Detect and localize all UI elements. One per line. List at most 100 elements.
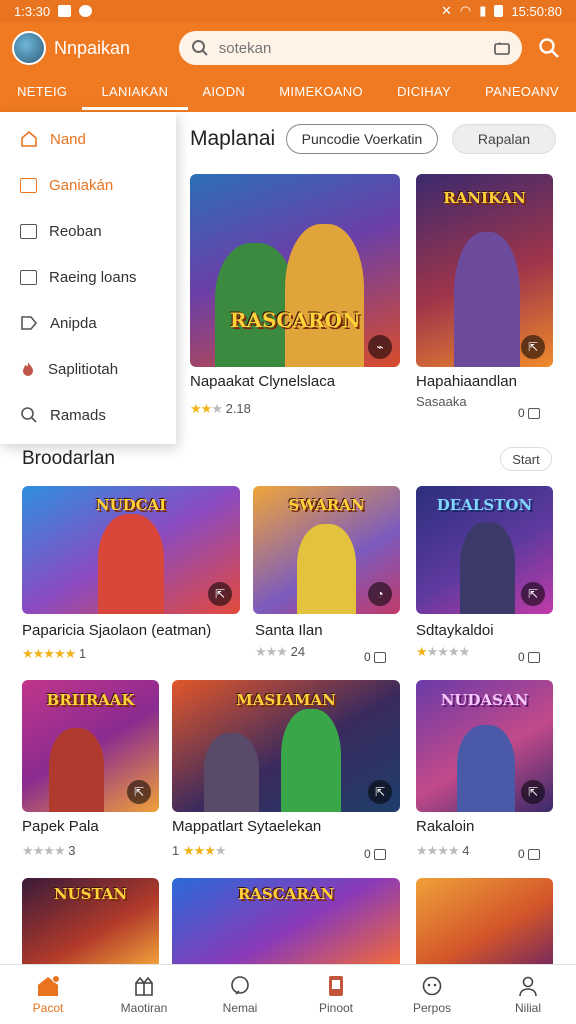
game-logo: NUDCAI xyxy=(95,496,167,515)
phone-icon xyxy=(324,975,348,997)
menu-item-saplitiotah[interactable]: Saplitiotah xyxy=(0,346,176,392)
bag-icon xyxy=(20,177,37,193)
expand-icon[interactable]: ⇱ xyxy=(208,582,232,606)
user-icon xyxy=(516,975,540,997)
download-count: 0 xyxy=(364,650,386,664)
nav-item-nemai[interactable]: Nemai xyxy=(195,975,285,1015)
game-card-title[interactable]: Papek Pala xyxy=(22,818,99,835)
game-logo: RASCARON xyxy=(229,308,361,333)
menu-item-ramads[interactable]: Ramads xyxy=(0,392,176,438)
menu-item-label: Saplitiotah xyxy=(48,360,119,378)
app-title: Nnpaikan xyxy=(54,37,131,58)
game-card-image[interactable]: DEALSTON ⇱ xyxy=(416,486,553,614)
game-card-image[interactable]: SWARAN ◔ xyxy=(253,486,400,614)
expand-icon[interactable]: ⇱ xyxy=(368,780,392,804)
game-card-rating: ★★★★★ 1 xyxy=(22,646,86,662)
search-input[interactable] xyxy=(218,39,485,57)
menu-item-ganiakan[interactable]: Ganiakán xyxy=(0,162,176,208)
game-card-title[interactable]: Santa Ilan xyxy=(255,622,323,639)
checkbox-icon xyxy=(20,223,37,239)
battery-icon xyxy=(494,5,504,17)
game-card-image[interactable]: NUDASAN ⇱ xyxy=(416,680,553,812)
character-figure xyxy=(281,709,341,812)
nav-label: Nilial xyxy=(514,1000,541,1015)
game-card-image[interactable]: MASIAMAN ⇱ xyxy=(172,680,400,812)
nav-item-pacot[interactable]: Pacot xyxy=(3,974,93,1015)
menu-item-raeing-loans[interactable]: Raeing loans xyxy=(0,254,176,300)
game-card-title[interactable]: Rakaloin xyxy=(416,818,474,835)
tab-laniakan[interactable]: LANIAKAN xyxy=(81,74,188,112)
featured-card-subtitle: Sasaaka xyxy=(416,394,467,409)
search-bar[interactable] xyxy=(178,31,523,65)
category-tabs: NETEIG LANIAKAN AIODN MIMEKOANO DICIHAY … xyxy=(0,74,576,112)
expand-icon[interactable]: ◔ xyxy=(368,582,392,606)
app-notification-icon xyxy=(79,5,93,17)
game-card-image[interactable]: BRIIRAAK ⇱ xyxy=(22,680,159,812)
search-button[interactable] xyxy=(534,33,564,63)
character-figure xyxy=(297,524,356,614)
tab-mimekoano[interactable]: MIMEKOANO xyxy=(273,74,369,112)
star-rating: ★★★★ xyxy=(416,843,460,858)
status-time: 1:3:30 xyxy=(14,3,51,19)
start-button[interactable]: Start xyxy=(500,447,552,471)
filter-pill-primary[interactable]: Puncodie Voerkatin xyxy=(286,124,438,154)
menu-item-label: Nand xyxy=(50,130,86,148)
download-count: 0 xyxy=(518,650,540,664)
notification-icon xyxy=(58,5,72,17)
rating-value: 1 xyxy=(172,843,180,858)
nav-item-pinoot[interactable]: Pinoot xyxy=(291,975,381,1015)
featured-card-rating: ★★★ 2.18 xyxy=(190,401,251,417)
menu-item-label: Raeing loans xyxy=(49,268,137,286)
nav-label: Perpos xyxy=(412,1000,452,1015)
featured-card-image[interactable]: RANIKAN ⇱ xyxy=(416,174,553,367)
expand-icon[interactable]: ⇱ xyxy=(127,780,151,804)
gift-icon xyxy=(132,975,156,997)
menu-item-label: Reoban xyxy=(49,222,102,240)
chat-icon xyxy=(228,975,252,997)
expand-icon[interactable]: ⌁ xyxy=(368,335,392,359)
menu-item-label: Anipda xyxy=(50,314,97,332)
game-card-image[interactable]: NUSTAN xyxy=(22,878,159,964)
tab-aiodn[interactable]: AIODN xyxy=(196,74,251,112)
status-bar: 1:3:30 ✕ ◠ ▮ 15:50:80 xyxy=(0,0,576,22)
star-rating: ★★★★ xyxy=(22,843,66,858)
game-card-title[interactable]: Sdtaykaldoi xyxy=(416,622,494,639)
expand-icon[interactable]: ⇱ xyxy=(521,335,545,359)
character-figure xyxy=(215,243,295,367)
dropdown-menu: Nand Ganiakán Reoban Raeing loans Anipda… xyxy=(0,112,176,444)
game-card-title[interactable]: Mappatlart Sytaelekan xyxy=(172,818,321,835)
wifi-icon: ◠ xyxy=(459,3,472,18)
nav-item-maotiran[interactable]: Maotiran xyxy=(99,975,189,1015)
flame-icon xyxy=(23,362,33,376)
featured-card-title[interactable]: Napaakat Clynelslaca xyxy=(190,373,335,390)
menu-item-anipda[interactable]: Anipda xyxy=(0,300,176,346)
featured-card-image[interactable]: RASCARON ⌁ xyxy=(190,174,400,367)
tab-dicihay[interactable]: DICIHAY xyxy=(391,74,457,112)
featured-card-title[interactable]: Hapahiaandlan xyxy=(416,373,517,390)
rating-value: 24 xyxy=(290,644,306,659)
game-card-image[interactable] xyxy=(416,878,553,964)
camera-icon[interactable] xyxy=(494,41,510,55)
avatar[interactable] xyxy=(12,31,46,65)
game-card-image[interactable]: RASCARAN xyxy=(172,878,400,964)
menu-item-nand[interactable]: Nand xyxy=(0,116,176,162)
nav-label: Nemai xyxy=(222,1000,258,1015)
search-icon xyxy=(191,40,208,56)
expand-icon[interactable]: ⇱ xyxy=(521,780,545,804)
tab-paneoanv[interactable]: PANEOANV xyxy=(479,74,565,112)
menu-item-label: Ganiakán xyxy=(49,176,114,194)
game-logo: MASIAMAN xyxy=(236,690,336,709)
expand-icon[interactable]: ⇱ xyxy=(521,582,545,606)
filter-pill-secondary[interactable]: Rapalan xyxy=(452,124,556,154)
character-figure xyxy=(98,514,164,614)
game-logo: NUSTAN xyxy=(53,884,128,903)
nav-item-perpos[interactable]: Perpos xyxy=(387,975,477,1015)
game-card-image[interactable]: NUDCAI ⇱ xyxy=(22,486,240,614)
tab-neteig[interactable]: NETEIG xyxy=(11,74,73,112)
menu-item-reoban[interactable]: Reoban xyxy=(0,208,176,254)
game-card-title[interactable]: Paparicia Sjaolaon (eatman) xyxy=(22,622,211,639)
mute-icon: ✕ xyxy=(440,3,452,18)
featured-title: Maplanai xyxy=(190,127,276,150)
download-icon xyxy=(527,407,540,419)
nav-item-nilial[interactable]: Nilial xyxy=(483,975,573,1015)
